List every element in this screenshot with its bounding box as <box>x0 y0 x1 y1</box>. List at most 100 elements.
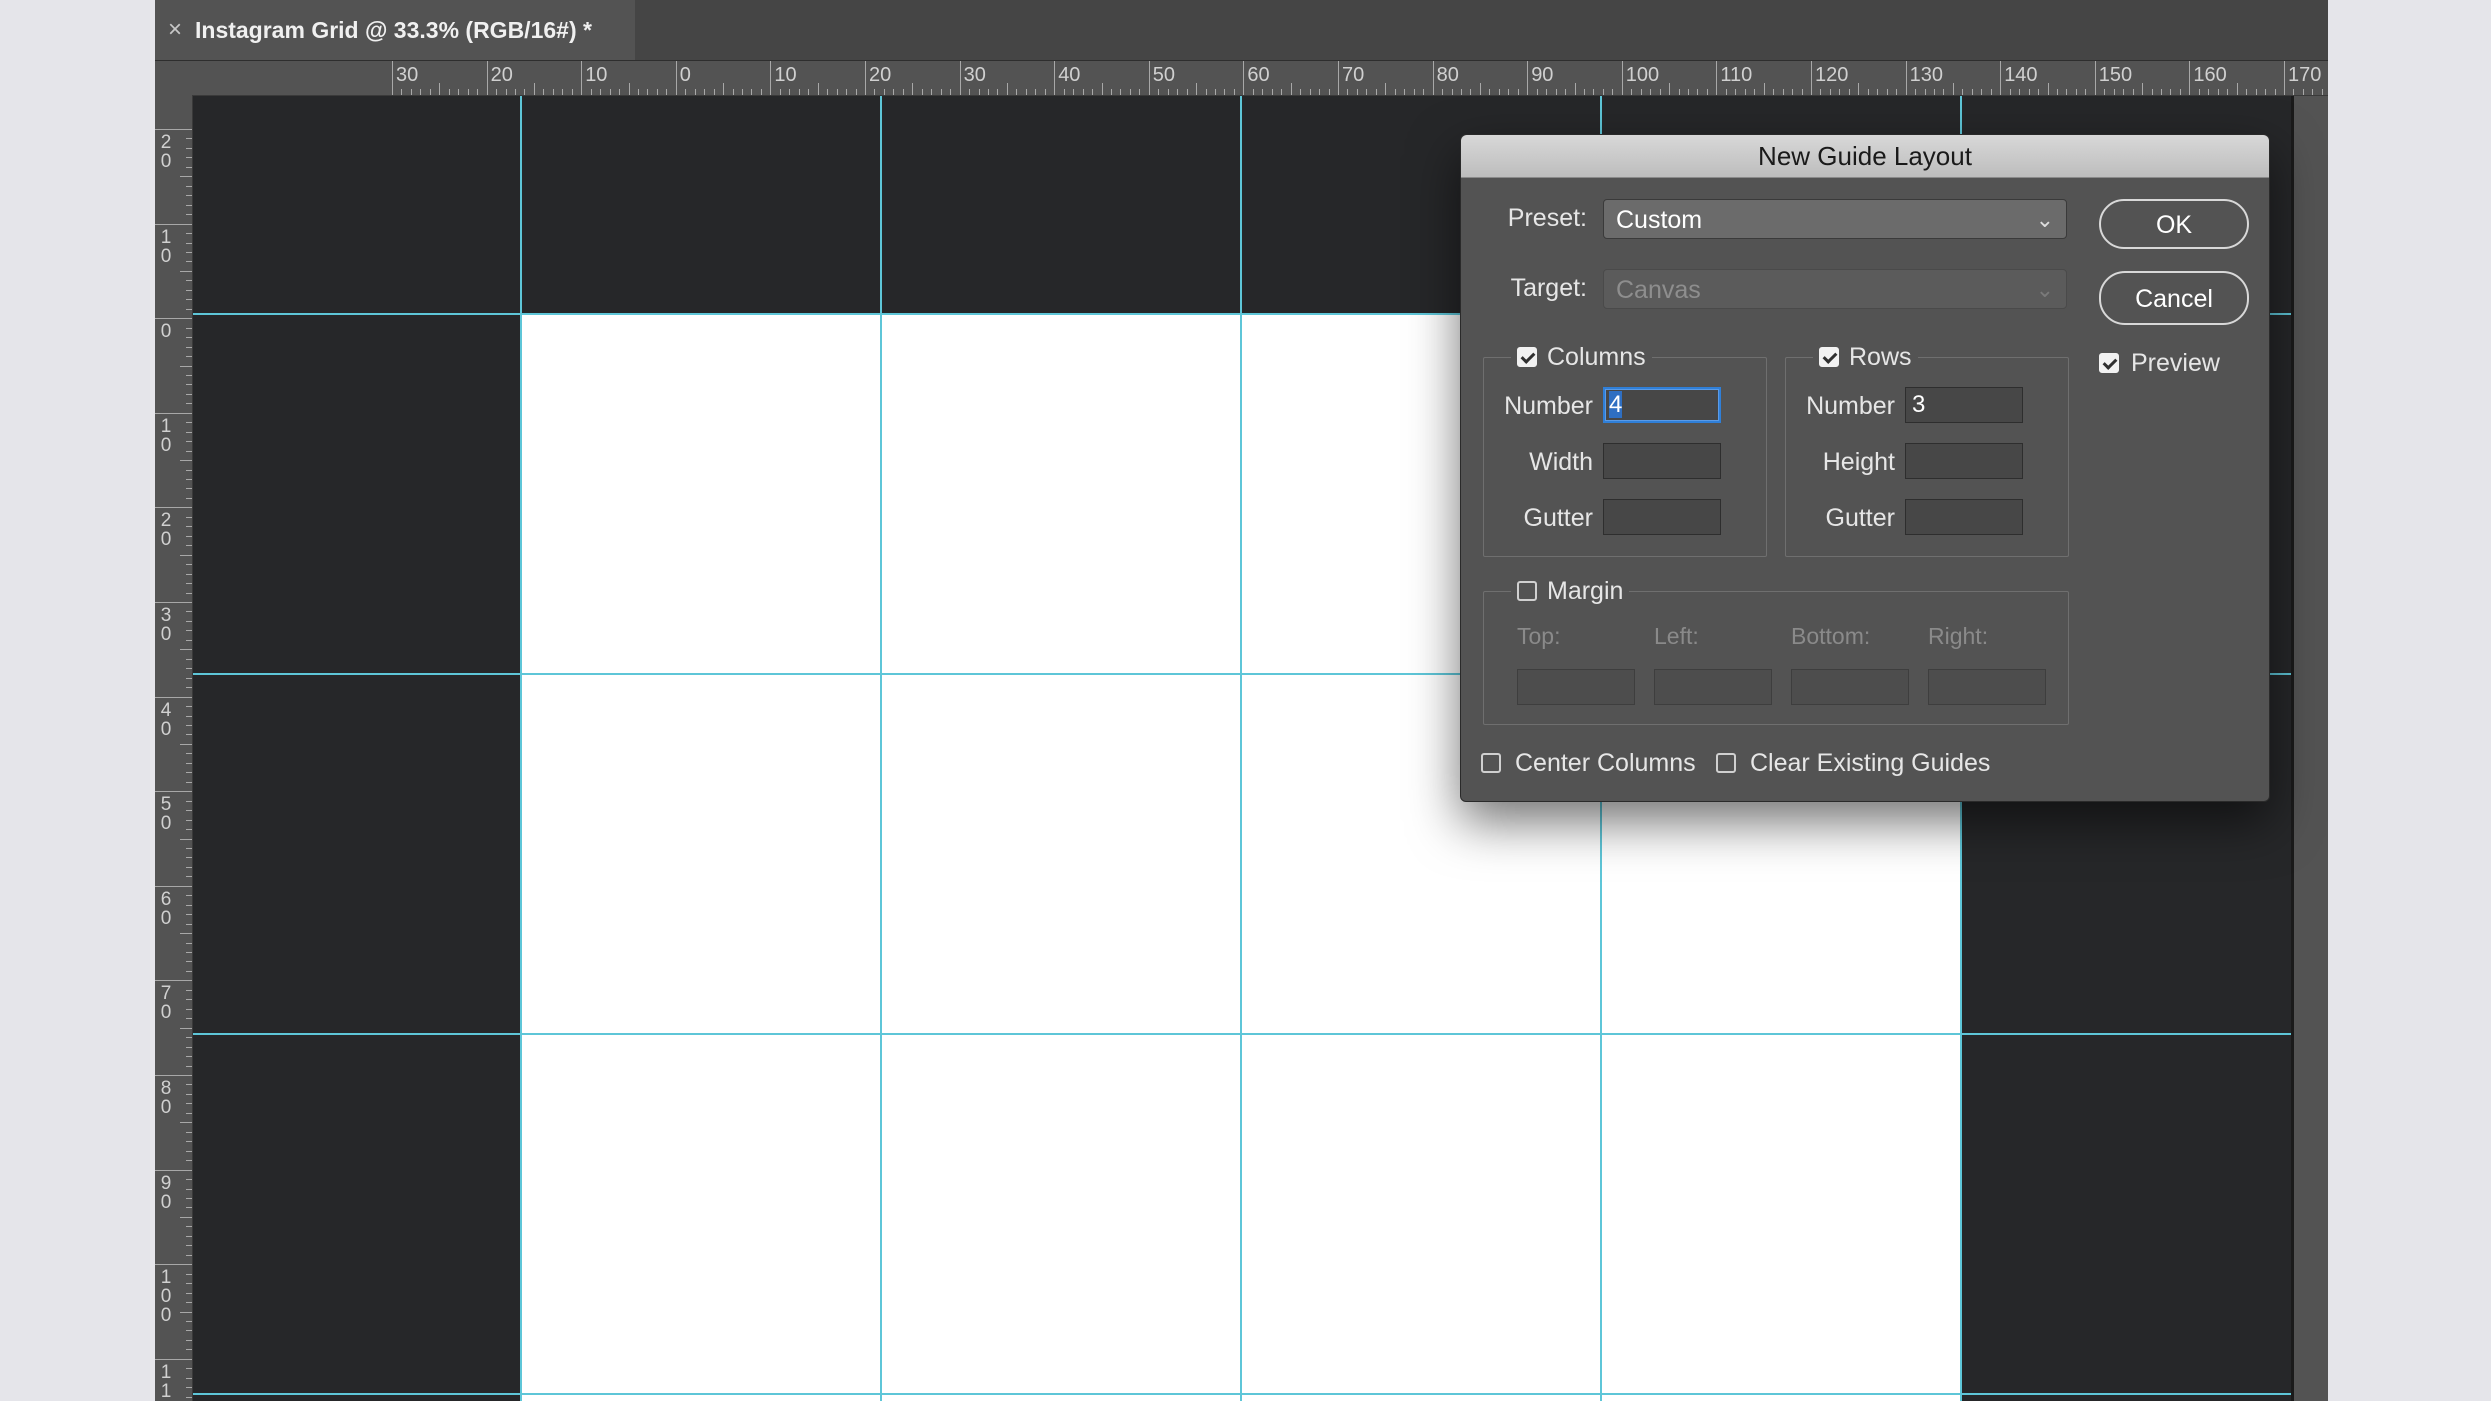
margin-legend: Margin <box>1511 576 1630 606</box>
ruler-minor-tick <box>186 185 192 187</box>
ruler-minor-tick <box>2151 89 2153 95</box>
rows-gutter-field[interactable] <box>1905 499 2023 535</box>
guide-vertical[interactable] <box>1240 96 1242 1401</box>
ruler-minor-tick <box>180 743 192 745</box>
ruler-minor-tick <box>186 810 192 812</box>
ruler-minor-tick <box>186 1320 192 1322</box>
columns-checkbox[interactable] <box>1517 347 1537 367</box>
document-tab-title: Instagram Grid @ 33.3% (RGB/16#) * <box>195 16 592 43</box>
ruler-minor-tick <box>1300 89 1302 95</box>
ruler-minor-tick <box>186 1008 192 1010</box>
ruler-label: 160 <box>2193 64 2227 86</box>
ruler-minor-tick <box>186 138 192 140</box>
ruler-minor-tick <box>467 89 469 95</box>
ruler-label: 90 <box>1531 64 1554 86</box>
ruler-minor-tick <box>186 781 192 783</box>
ruler-minor-tick <box>186 346 192 348</box>
ruler-minor-tick <box>647 89 649 95</box>
ruler-minor-tick <box>186 308 192 310</box>
ruler-minor-tick <box>827 89 829 95</box>
ruler-label: 170 <box>2288 64 2322 86</box>
ruler-minor-tick <box>1877 89 1879 95</box>
rows-height-field[interactable] <box>1905 443 2023 479</box>
ruler-minor-tick <box>1016 89 1018 95</box>
preview-checkbox[interactable] <box>2099 353 2119 373</box>
ruler-minor-tick <box>2236 83 2238 95</box>
ruler-minor-tick <box>1035 89 1037 95</box>
ruler-minor-tick <box>1990 89 1992 95</box>
ruler-minor-tick <box>1839 89 1841 95</box>
vertical-ruler[interactable]: 20 10 0 10 20 30 40 50 60 70 80 90 100 11 <box>155 95 193 1401</box>
ruler-minor-tick <box>180 1216 192 1218</box>
rows-number-field[interactable]: 3 <box>1905 387 2023 423</box>
ruler-minor-tick <box>186 706 192 708</box>
ruler-minor-tick <box>186 214 192 216</box>
ok-button[interactable]: OK <box>2099 199 2249 249</box>
ruler-label: 70 <box>1342 64 1365 86</box>
ruler-minor-tick <box>410 89 412 95</box>
ruler-minor-tick <box>186 1037 192 1039</box>
cancel-button[interactable]: Cancel <box>2099 271 2249 325</box>
ruler-label: 40 <box>160 699 172 740</box>
ruler-minor-tick <box>1981 89 1983 95</box>
ruler-minor-tick <box>1120 89 1122 95</box>
ruler-minor-tick <box>186 356 192 358</box>
ruler-minor-tick <box>186 1103 192 1105</box>
preset-select[interactable]: Custom ⌄ <box>1603 199 2067 239</box>
margin-checkbox[interactable] <box>1517 581 1537 601</box>
ruler-minor-tick <box>2170 89 2172 95</box>
ruler-minor-tick <box>186 403 192 405</box>
ruler-minor-tick <box>1886 89 1888 95</box>
columns-width-label: Width <box>1529 448 1593 476</box>
ruler-minor-tick <box>186 1131 192 1133</box>
ruler-minor-tick <box>1375 89 1377 95</box>
ruler-minor-tick <box>685 89 687 95</box>
guide-vertical[interactable] <box>880 96 882 1401</box>
ruler-minor-tick <box>2142 83 2144 95</box>
ruler-minor-tick <box>609 89 611 95</box>
ruler-origin[interactable] <box>155 61 192 95</box>
ruler-minor-tick <box>186 1387 192 1389</box>
center-columns-checkbox[interactable] <box>1481 753 1501 773</box>
ruler-major-tick <box>155 885 192 887</box>
columns-width-field[interactable] <box>1603 443 1721 479</box>
ruler-minor-tick <box>186 904 192 906</box>
ruler-minor-tick <box>186 393 192 395</box>
guide-horizontal[interactable] <box>193 1033 2291 1035</box>
ruler-minor-tick <box>1186 89 1188 95</box>
guide-vertical[interactable] <box>520 96 522 1401</box>
ruler-minor-tick <box>186 1330 192 1332</box>
ruler-major-tick <box>155 696 192 698</box>
ruler-minor-tick <box>1915 89 1917 95</box>
ruler-minor-tick <box>1356 89 1358 95</box>
columns-number-field[interactable]: 4 <box>1603 387 1721 423</box>
ruler-minor-tick <box>186 762 192 764</box>
ruler-minor-tick <box>1943 89 1945 95</box>
ruler-minor-tick <box>1792 89 1794 95</box>
ruler-major-tick <box>1148 61 1150 95</box>
guide-horizontal[interactable] <box>193 1393 2291 1395</box>
horizontal-ruler[interactable]: 30 20 10 0 10 20 30 40 50 60 70 80 90 100 110 120 130 140… <box>192 61 2328 96</box>
document-tab[interactable]: × Instagram Grid @ 33.3% (RGB/16#) * <box>155 0 635 60</box>
rows-checkbox[interactable] <box>1819 347 1839 367</box>
ruler-minor-tick <box>186 251 192 253</box>
clear-existing-guides-checkbox[interactable] <box>1716 753 1736 773</box>
ruler-minor-tick <box>1763 83 1765 95</box>
ruler-minor-tick <box>448 89 450 95</box>
ruler-minor-tick <box>1328 89 1330 95</box>
ruler-minor-tick <box>186 1112 192 1114</box>
ruler-minor-tick <box>2179 89 2181 95</box>
ruler-minor-tick <box>186 1046 192 1048</box>
ruler-minor-tick <box>186 829 192 831</box>
ruler-minor-tick <box>186 611 192 613</box>
ruler-minor-tick <box>836 89 838 95</box>
ruler-minor-tick <box>533 83 535 95</box>
ruler-minor-tick <box>180 554 192 556</box>
close-icon[interactable]: × <box>155 0 195 60</box>
ruler-minor-tick <box>1366 89 1368 95</box>
ruler-minor-tick <box>1347 89 1349 95</box>
ruler-label: 0 <box>679 64 691 86</box>
ruler-minor-tick <box>180 460 192 462</box>
columns-gutter-field[interactable] <box>1603 499 1721 535</box>
ruler-minor-tick <box>186 866 192 868</box>
